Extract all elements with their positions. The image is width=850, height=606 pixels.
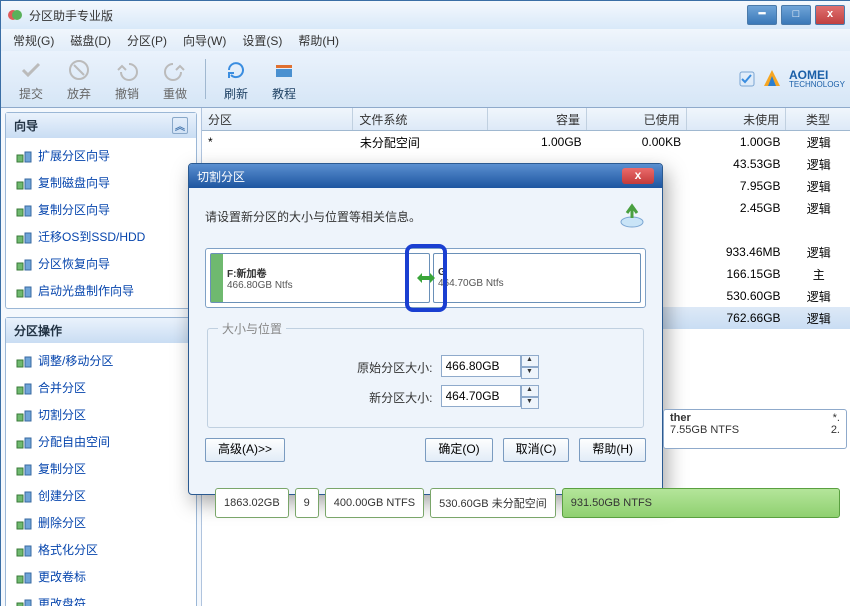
new-spin-down[interactable]: ▼ <box>521 397 539 409</box>
sidebar-item[interactable]: 启动光盘制作向导 <box>10 277 192 304</box>
dialog-title: 切割分区 <box>197 168 622 185</box>
partition-bar[interactable]: F:新加卷 466.80GB Ntfs G 464.70GB Ntfs <box>205 248 646 308</box>
dialog-message: 请设置新分区的大小与位置等相关信息。 <box>205 208 421 225</box>
table-row[interactable]: *未分配空间1.00GB0.00KB1.00GB逻辑 <box>202 131 850 153</box>
sidebar-item[interactable]: 更改盘符 <box>10 590 192 606</box>
sidebar-item[interactable]: 分区恢复向导 <box>10 250 192 277</box>
resize-arrow-icon[interactable] <box>415 271 437 285</box>
sidebar-item[interactable]: 复制磁盘向导 <box>10 169 192 196</box>
orig-size-input[interactable] <box>441 355 521 377</box>
size-position-group: 大小与位置 原始分区大小: ▲▼ 新分区大小: ▲▼ <box>207 320 644 428</box>
cancel-button[interactable]: 取消(C) <box>503 438 570 462</box>
ok-button[interactable]: 确定(O) <box>425 438 492 462</box>
undo-button[interactable]: 撤销 <box>103 57 151 102</box>
refresh-button[interactable]: 刷新 <box>212 57 260 102</box>
menu-disk[interactable]: 磁盘(D) <box>62 30 119 51</box>
menu-settings[interactable]: 设置(S) <box>234 30 290 51</box>
disk-map-row[interactable]: 1863.02GB 9 400.00GB NTFS 530.60GB 未分配空间… <box>215 488 840 518</box>
new-size-label: 新分区大小: <box>313 389 433 406</box>
dialog-titlebar[interactable]: 切割分区 x <box>189 164 662 188</box>
titlebar: 分区助手专业版 ━ □ x <box>1 1 850 29</box>
sidebar-item[interactable]: 创建分区 <box>10 482 192 509</box>
advanced-button[interactable]: 高级(A)>> <box>205 438 285 462</box>
collapse-icon[interactable]: ︽ <box>172 117 188 134</box>
app-icon <box>7 7 23 23</box>
orig-spin-up[interactable]: ▲ <box>521 355 539 367</box>
disk-unalloc-cell[interactable]: 530.60GB 未分配空间 <box>430 488 556 518</box>
commit-button[interactable]: 提交 <box>7 57 55 102</box>
sidebar-item[interactable]: 合并分区 <box>10 374 192 401</box>
segment-left[interactable]: F:新加卷 466.80GB Ntfs <box>210 253 430 303</box>
menu-help[interactable]: 帮助(H) <box>290 30 347 51</box>
dialog-close-button[interactable]: x <box>622 168 654 184</box>
check-icon <box>739 71 755 87</box>
menu-partition[interactable]: 分区(P) <box>119 30 175 51</box>
disk-total-cell[interactable]: 1863.02GB <box>215 488 289 518</box>
segment-right[interactable]: G 464.70GB Ntfs <box>433 253 641 303</box>
aomei-icon <box>761 68 783 90</box>
ops-panel-header[interactable]: 分区操作 <box>6 318 196 343</box>
disk-arrow-icon <box>618 202 646 230</box>
sidebar-item[interactable]: 调整/移动分区 <box>10 347 192 374</box>
group-legend: 大小与位置 <box>218 320 286 337</box>
orig-spin-down[interactable]: ▼ <box>521 367 539 379</box>
disk-info-box[interactable]: ther*. 7.55GB NTFS2. <box>663 409 847 449</box>
sidebar: 向导︽ 扩展分区向导复制磁盘向导复制分区向导迁移OS到SSD/HDD分区恢复向导… <box>1 108 202 606</box>
tutorial-button[interactable]: 教程 <box>260 57 308 102</box>
menu-general[interactable]: 常规(G) <box>5 30 62 51</box>
menubar: 常规(G) 磁盘(D) 分区(P) 向导(W) 设置(S) 帮助(H) <box>1 29 850 51</box>
sidebar-item[interactable]: 扩展分区向导 <box>10 142 192 169</box>
sidebar-item[interactable]: 分配自由空间 <box>10 428 192 455</box>
close-button[interactable]: x <box>815 5 845 25</box>
orig-size-label: 原始分区大小: <box>313 359 433 376</box>
sidebar-item[interactable]: 删除分区 <box>10 509 192 536</box>
toolbar: 提交 放弃 撤销 重做 刷新 教程 AOMEITECHNOLOGY <box>1 51 850 108</box>
sidebar-item[interactable]: 复制分区向导 <box>10 196 192 223</box>
discard-button[interactable]: 放弃 <box>55 57 103 102</box>
disk-index-cell[interactable]: 9 <box>295 488 319 518</box>
disk-part2-cell[interactable]: 931.50GB NTFS <box>562 488 840 518</box>
window-title: 分区助手专业版 <box>29 7 747 24</box>
disk-part1-cell[interactable]: 400.00GB NTFS <box>325 488 424 518</box>
sidebar-item[interactable]: 更改卷标 <box>10 563 192 590</box>
menu-wizard[interactable]: 向导(W) <box>175 30 234 51</box>
help-button[interactable]: 帮助(H) <box>579 438 646 462</box>
brand-logo[interactable]: AOMEITECHNOLOGY <box>739 68 845 90</box>
split-partition-dialog: 切割分区 x 请设置新分区的大小与位置等相关信息。 F:新加卷 466.80GB… <box>188 163 663 495</box>
sidebar-item[interactable]: 复制分区 <box>10 455 192 482</box>
sidebar-item[interactable]: 切割分区 <box>10 401 192 428</box>
new-spin-up[interactable]: ▲ <box>521 385 539 397</box>
grid-header: 分区 文件系统 容量 已使用 未使用 类型 <box>202 108 850 131</box>
sidebar-item[interactable]: 格式化分区 <box>10 536 192 563</box>
sidebar-item[interactable]: 迁移OS到SSD/HDD <box>10 223 192 250</box>
redo-button[interactable]: 重做 <box>151 57 199 102</box>
wizard-panel-header[interactable]: 向导︽ <box>6 113 196 138</box>
minimize-button[interactable]: ━ <box>747 5 777 25</box>
new-size-input[interactable] <box>441 385 521 407</box>
maximize-button[interactable]: □ <box>781 5 811 25</box>
